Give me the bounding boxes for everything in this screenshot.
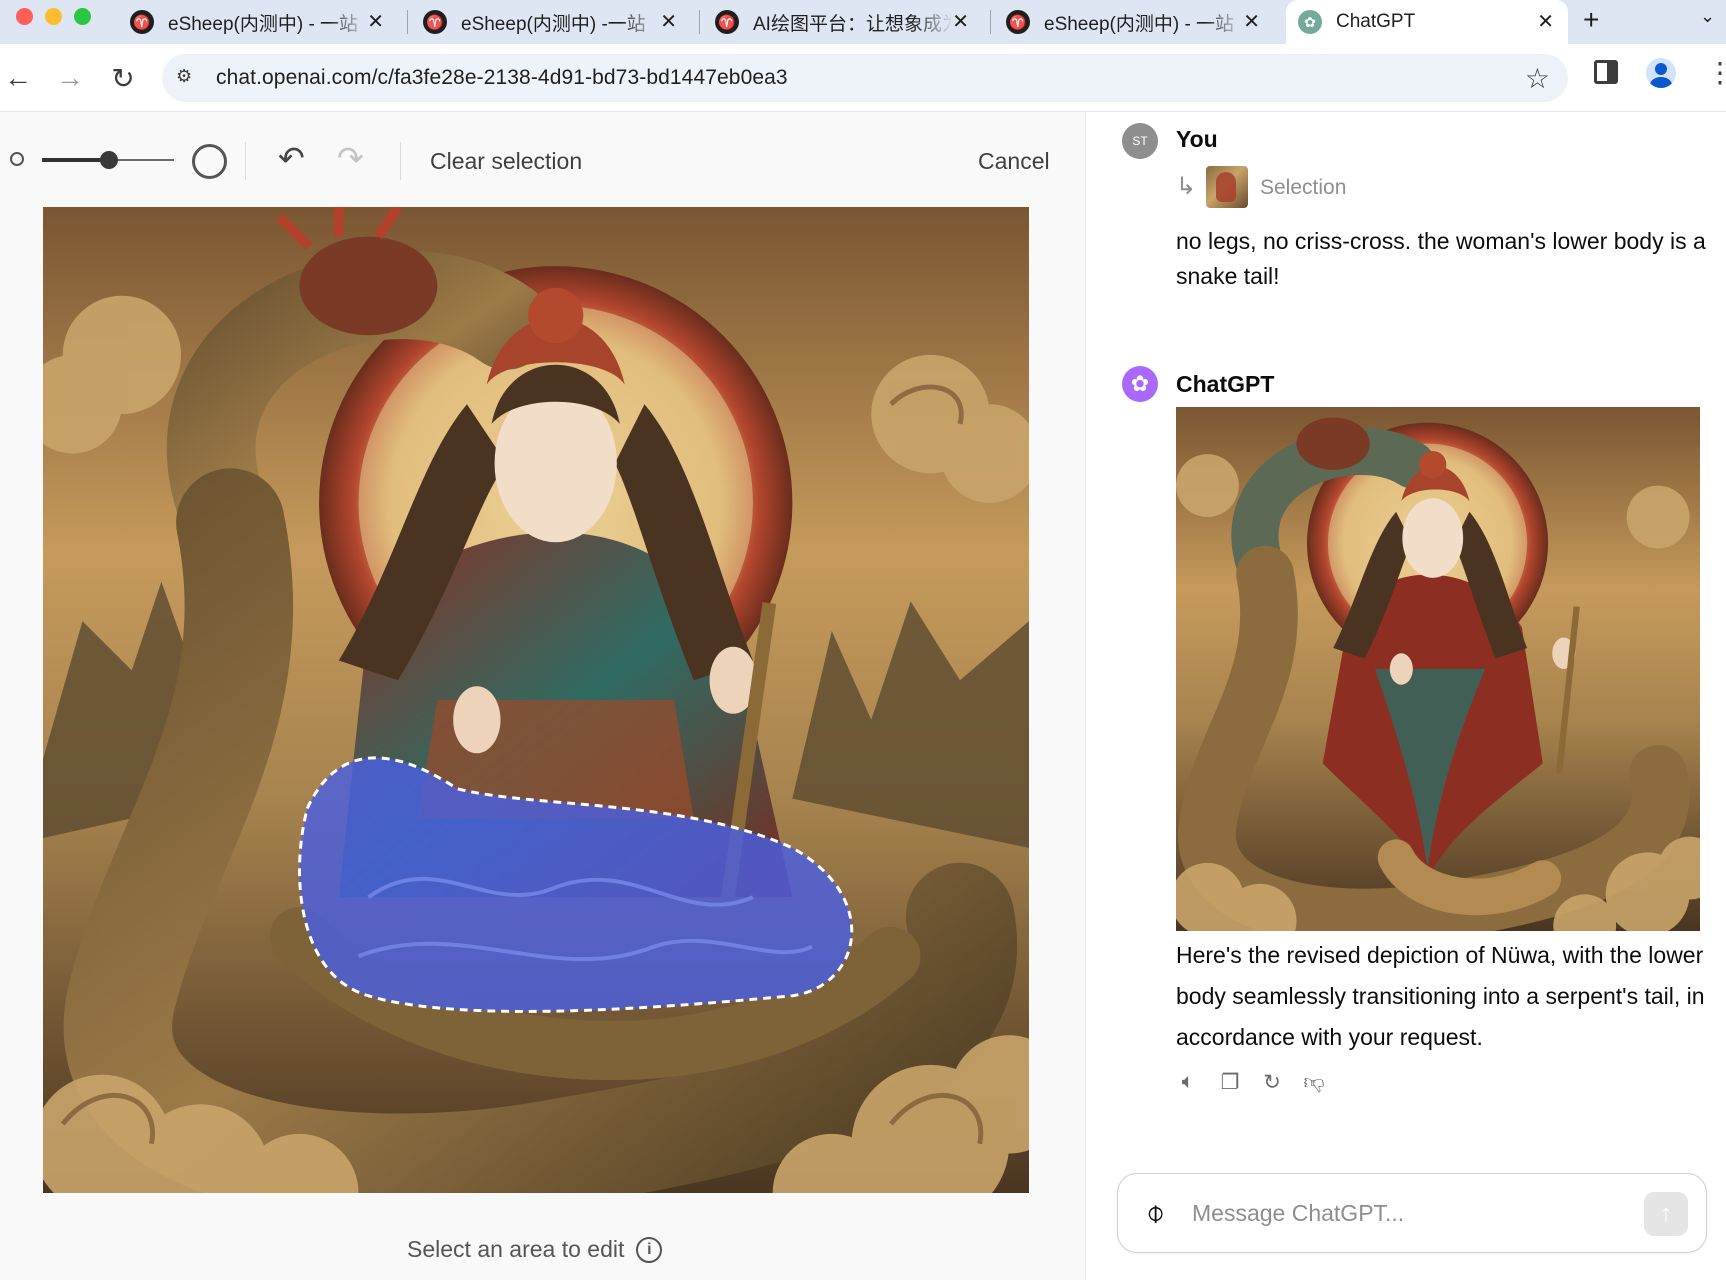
assistant-message: Here's the revised depiction of Nüwa, wi… — [1176, 942, 1705, 1050]
profile-avatar-icon[interactable] — [1646, 58, 1676, 88]
forward-arrow-icon[interactable]: → — [52, 60, 88, 96]
user-message: no legs, no criss-cross. the woman's low… — [1176, 228, 1706, 289]
redo-icon[interactable]: ↷ — [337, 139, 364, 177]
speaker-icon[interactable]: 🔈︎ — [1176, 1070, 1200, 1094]
browser-tab-strip: ♈ eSheep(内测中) - 一站 ✕ ♈ eSheep(内测中) -一站 ✕… — [0, 0, 1726, 44]
brush-size-large-icon[interactable] — [192, 144, 227, 179]
brush-size-small-icon[interactable] — [10, 152, 24, 166]
address-bar[interactable]: ⚙ chat.openai.com/c/fa3fe28e-2138-4d91-b… — [162, 54, 1568, 102]
new-tab-button[interactable]: + — [1583, 4, 1599, 36]
edit-hint-text: Select an area to edit — [407, 1236, 625, 1262]
edit-hint: Select an area to edit i — [407, 1236, 663, 1263]
close-icon[interactable]: ✕ — [660, 12, 677, 32]
tab-title: AI绘图平台：让想象成为 — [753, 13, 953, 35]
browser-tab-1[interactable]: ♈ eSheep(内测中) - 一站 ✕ — [118, 0, 398, 44]
esheep-favicon-icon: ♈ — [1006, 10, 1030, 34]
undo-icon[interactable]: ↶ — [278, 139, 305, 177]
regenerate-icon[interactable]: ↻ — [1260, 1070, 1284, 1094]
esheep-favicon-icon: ♈ — [423, 10, 447, 34]
selection-label: Selection — [1260, 176, 1347, 199]
toolbar-divider — [400, 142, 401, 180]
assistant-author-name: ChatGPT — [1176, 371, 1275, 397]
tab-search-button[interactable]: ⌄ — [1700, 6, 1715, 27]
message-actions: 🔈︎ ❐ ↻ 👎︎ — [1176, 1070, 1326, 1094]
bookmark-star-icon[interactable]: ☆ — [1525, 62, 1550, 95]
browser-tab-2[interactable]: ♈ eSheep(内测中) -一站 ✕ — [411, 0, 691, 44]
browser-tab-chatgpt[interactable]: ✿ ChatGPT ✕ — [1286, 0, 1568, 44]
paperclip-icon[interactable]: ⌽ — [1146, 1194, 1165, 1232]
send-arrow-icon[interactable]: ↑ — [1644, 1192, 1688, 1236]
esheep-favicon-icon: ♈ — [715, 10, 739, 34]
message-composer: ⌽ ↑ — [1117, 1173, 1707, 1253]
url-text[interactable]: chat.openai.com/c/fa3fe28e-2138-4d91-bd7… — [216, 66, 788, 90]
close-icon[interactable]: ✕ — [1243, 12, 1260, 32]
browser-tab-3[interactable]: ♈ AI绘图平台：让想象成为 ✕ — [703, 0, 983, 44]
window-close-button[interactable] — [16, 8, 33, 25]
info-icon[interactable]: i — [636, 1236, 663, 1263]
brush-size-slider-fill — [42, 158, 108, 162]
chatgpt-logo-icon: ✿ — [1122, 366, 1158, 402]
close-icon[interactable]: ✕ — [1537, 12, 1554, 32]
browser-menu-icon[interactable]: ⋮ — [1706, 56, 1726, 90]
tab-title: eSheep(内测中) -一站 — [461, 13, 646, 35]
selection-thumbnail[interactable] — [1206, 166, 1248, 208]
thumbs-down-icon[interactable]: 👎︎ — [1302, 1070, 1326, 1094]
window-zoom-button[interactable] — [74, 8, 91, 25]
tab-divider — [407, 10, 408, 34]
tab-title: eSheep(内测中) - 一站 — [1044, 13, 1235, 35]
site-info-icon[interactable]: ⚙ — [176, 66, 200, 90]
back-arrow-icon[interactable]: ← — [0, 60, 36, 96]
window-minimize-button[interactable] — [45, 8, 62, 25]
browser-tab-4[interactable]: ♈ eSheep(内测中) - 一站 ✕ — [994, 0, 1274, 44]
tab-divider — [990, 10, 991, 34]
browser-toolbar: ← → ↻ ⚙ chat.openai.com/c/fa3fe28e-2138-… — [0, 44, 1726, 112]
editable-image[interactable] — [43, 207, 1029, 1193]
copy-icon[interactable]: ❐ — [1218, 1070, 1242, 1094]
cancel-button[interactable]: Cancel — [978, 148, 1050, 175]
clear-selection-button[interactable]: Clear selection — [430, 148, 582, 175]
tab-title: eSheep(内测中) - 一站 — [168, 13, 359, 35]
reply-arrow-icon: ↳ — [1176, 173, 1197, 200]
tab-divider — [699, 10, 700, 34]
user-avatar: ST — [1122, 123, 1158, 159]
generated-image[interactable] — [1176, 407, 1700, 931]
esheep-favicon-icon: ♈ — [130, 10, 154, 34]
close-icon[interactable]: ✕ — [952, 12, 969, 32]
message-input[interactable] — [1192, 1192, 1612, 1234]
chatgpt-favicon-icon: ✿ — [1298, 10, 1322, 34]
brush-size-slider-thumb[interactable] — [100, 151, 118, 169]
side-panel-icon[interactable] — [1594, 60, 1618, 84]
toolbar-divider — [245, 142, 246, 180]
close-icon[interactable]: ✕ — [367, 12, 384, 32]
user-author-name: You — [1176, 126, 1218, 152]
reload-icon[interactable]: ↻ — [105, 60, 141, 96]
tab-title: ChatGPT — [1336, 11, 1416, 32]
